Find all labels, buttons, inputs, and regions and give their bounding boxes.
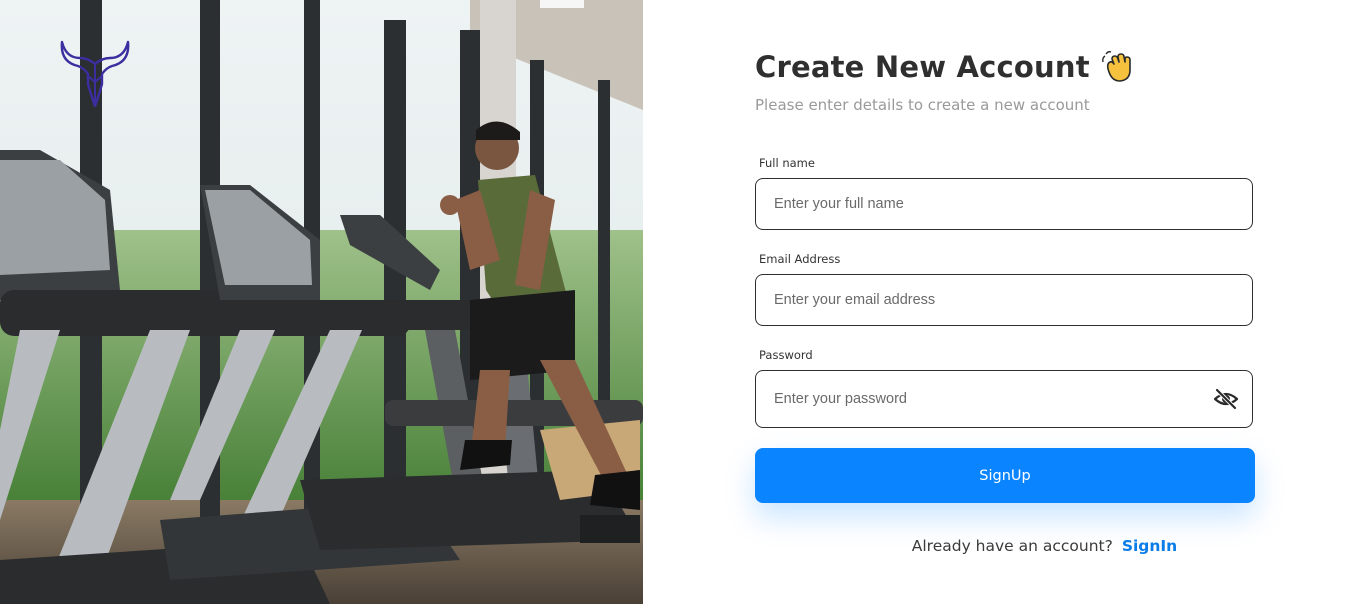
signin-link[interactable]: SignIn	[1122, 537, 1177, 555]
signin-prompt-row: Already have an account? SignIn	[643, 537, 1366, 555]
signin-prompt-text: Already have an account?	[911, 537, 1113, 555]
full-name-label: Full name	[759, 156, 815, 170]
hero-image	[0, 0, 643, 604]
bull-skull-logo-icon	[60, 40, 130, 108]
eye-slash-icon[interactable]	[1213, 387, 1239, 411]
email-input[interactable]	[755, 274, 1253, 326]
password-input[interactable]	[755, 370, 1253, 428]
email-label: Email Address	[759, 252, 841, 266]
signup-form-panel: Create New Account Please enter details …	[643, 0, 1366, 604]
title-row: Create New Account	[755, 50, 1134, 84]
page-subtitle: Please enter details to create a new acc…	[755, 96, 1090, 114]
page-title: Create New Account	[755, 50, 1090, 84]
signup-button[interactable]: SignUp	[755, 448, 1255, 503]
password-label: Password	[759, 348, 813, 362]
signup-page: Create New Account Please enter details …	[0, 0, 1366, 604]
full-name-input[interactable]	[755, 178, 1253, 230]
waving-hand-icon	[1101, 51, 1131, 82]
